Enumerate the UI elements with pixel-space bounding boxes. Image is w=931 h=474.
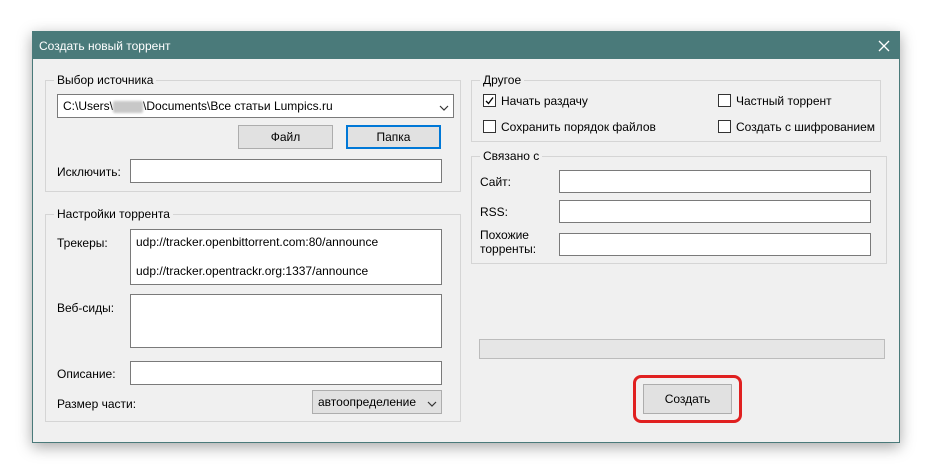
start-seeding-label: Начать раздачу: [501, 94, 588, 108]
folder-button[interactable]: Папка: [346, 125, 441, 149]
tracker-line: udp://tracker.openbittorrent.com:80/anno…: [136, 235, 379, 249]
exclude-input[interactable]: [130, 159, 442, 183]
rss-input[interactable]: [559, 200, 871, 223]
start-seeding-checkbox[interactable]: [483, 94, 496, 107]
redacted-username: [113, 100, 144, 113]
webseeds-label: Веб-сиды:: [57, 301, 115, 315]
rss-label: RSS:: [480, 205, 509, 219]
description-input[interactable]: [130, 361, 442, 385]
encrypt-checkbox[interactable]: [718, 120, 731, 133]
keep-order-label: Сохранить порядок файлов: [501, 120, 656, 134]
similar-label: Похожие торренты:: [480, 228, 537, 256]
private-torrent-checkbox[interactable]: [718, 94, 731, 107]
window-title: Создать новый торрент: [39, 39, 171, 53]
private-torrent-label: Частный торрент: [736, 94, 832, 108]
site-input[interactable]: [559, 170, 871, 193]
piece-size-value: автоопределение: [318, 395, 417, 409]
other-group: Другое Начать раздачу Частный торрент Со…: [471, 73, 881, 142]
create-button[interactable]: Создать: [643, 384, 732, 414]
title-bar: Создать новый торрент: [33, 32, 899, 59]
related-group: Связано с Сайт: RSS: Похожие торренты:: [471, 149, 887, 264]
encrypt-label: Создать с шифрованием: [736, 120, 875, 134]
create-torrent-dialog: Создать новый торрент Выбор источника C:…: [32, 31, 900, 443]
exclude-label: Исключить:: [57, 165, 121, 179]
related-group-label: Связано с: [480, 149, 543, 163]
tracker-line: udp://tracker.opentrackr.org:1337/announ…: [136, 264, 369, 278]
progress-bar: [479, 339, 885, 359]
site-label: Сайт:: [480, 175, 512, 189]
piece-size-select[interactable]: автоопределение: [312, 390, 442, 414]
keep-order-checkbox[interactable]: [483, 120, 496, 133]
file-button[interactable]: Файл: [238, 125, 333, 149]
close-icon[interactable]: [869, 32, 899, 59]
source-path-combobox[interactable]: C:\Users\ \Documents\Все статьи Lumpics.r…: [57, 94, 454, 118]
torrent-settings-group: Настройки торрента Трекеры: udp://tracke…: [45, 207, 461, 422]
source-group: Выбор источника C:\Users\ \Documents\Все …: [45, 73, 461, 192]
checkmark-icon: [485, 97, 494, 105]
piece-size-label: Размер части:: [57, 397, 137, 411]
chevron-down-icon[interactable]: [439, 101, 449, 111]
webseeds-textarea[interactable]: [130, 294, 442, 348]
similar-torrents-input[interactable]: [559, 233, 871, 256]
description-label: Описание:: [57, 367, 116, 381]
source-path-value: C:\Users\ \Documents\Все статьи Lumpics.r…: [63, 99, 333, 113]
trackers-label: Трекеры:: [57, 236, 108, 250]
other-group-label: Другое: [480, 73, 525, 87]
trackers-textarea[interactable]: udp://tracker.openbittorrent.com:80/anno…: [130, 229, 442, 285]
source-group-label: Выбор источника: [54, 73, 157, 87]
settings-group-label: Настройки торрента: [54, 207, 173, 221]
chevron-down-icon: [427, 397, 437, 407]
